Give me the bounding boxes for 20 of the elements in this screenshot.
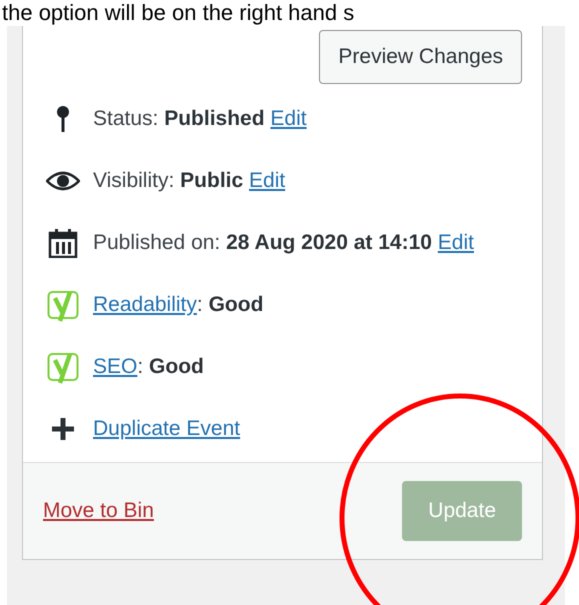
duplicate-link[interactable]: Duplicate Event <box>93 417 240 440</box>
preview-changes-button[interactable]: Preview Changes <box>319 30 522 84</box>
edit-link[interactable]: Edit <box>438 231 474 254</box>
score-line: SEO: Good <box>93 354 204 380</box>
score-link[interactable]: Readability <box>93 293 197 316</box>
edit-link[interactable]: Edit <box>270 107 307 130</box>
y-logo-icon <box>47 350 79 384</box>
score-link[interactable]: SEO <box>93 355 138 378</box>
eye-icon <box>46 171 80 191</box>
meta-line: Visibility: Public Edit <box>93 168 286 194</box>
meta-line: Published on: 28 Aug 2020 at 14:10 Edit <box>93 230 474 256</box>
meta-line: Status: Published Edit <box>93 106 307 132</box>
score-line: Readability: Good <box>93 292 264 318</box>
pin-icon <box>56 105 70 133</box>
edit-link[interactable]: Edit <box>249 169 286 192</box>
caption-text: the option will be on the right hand s <box>1 0 356 26</box>
y-logo-icon <box>47 288 79 322</box>
move-to-bin-link[interactable]: Move to Bin <box>43 495 154 527</box>
calendar-icon <box>48 228 78 258</box>
plus-icon <box>50 416 76 442</box>
